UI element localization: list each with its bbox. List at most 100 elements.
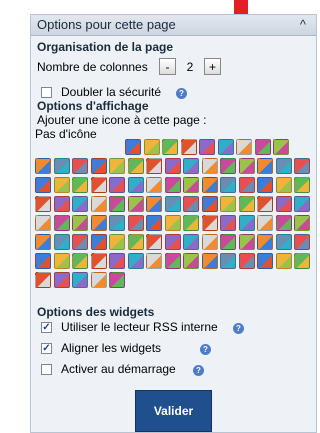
page-icon-option[interactable] [275,196,292,212]
page-icon-option[interactable] [109,196,125,212]
page-icon-option[interactable] [220,177,236,193]
page-icon-option[interactable] [180,139,197,155]
page-icon-option[interactable] [146,177,162,193]
page-icon-option[interactable] [294,234,310,250]
page-icon-option[interactable] [53,215,70,231]
double-security-checkbox[interactable] [41,87,52,98]
panel-header[interactable]: Options pour cette page ^ [31,15,316,36]
page-icon-option[interactable] [183,253,199,269]
page-icon-option[interactable] [183,215,199,231]
help-icon[interactable]: ? [193,365,204,376]
page-icon-option[interactable] [90,177,107,193]
page-icon-option[interactable] [294,253,310,269]
page-icon-option[interactable] [35,253,51,269]
submit-button[interactable]: Valider [135,390,212,432]
help-icon[interactable]: ? [200,344,211,355]
page-icon-option[interactable] [220,158,236,174]
page-icon-option[interactable] [164,177,181,193]
page-icon-option[interactable] [109,177,125,193]
page-icon-option[interactable] [35,272,51,288]
page-icon-option[interactable] [109,253,125,269]
page-icon-option[interactable] [201,253,218,269]
page-icon-option[interactable] [220,215,236,231]
page-icon-option[interactable] [90,234,107,250]
page-icon-option[interactable] [201,196,218,212]
page-icon-option[interactable] [183,196,199,212]
page-icon-option[interactable] [146,234,162,250]
page-icon-option[interactable] [35,196,51,212]
page-icon-option[interactable] [164,215,181,231]
page-icon-option[interactable] [90,272,107,288]
page-icon-option[interactable] [53,253,70,269]
page-icon-option[interactable] [143,139,160,155]
decrease-columns-button[interactable]: - [159,58,176,75]
page-icon-option[interactable] [109,234,125,250]
page-icon-option[interactable] [72,272,88,288]
page-icon-option[interactable] [275,234,292,250]
page-icon-option[interactable] [90,196,107,212]
page-icon-option[interactable] [35,234,51,250]
page-icon-option[interactable] [257,215,273,231]
page-icon-option[interactable] [238,158,255,174]
page-icon-option[interactable] [164,196,181,212]
page-icon-option[interactable] [183,158,199,174]
page-icon-option[interactable] [238,177,255,193]
page-icon-option[interactable] [127,234,144,250]
page-icon-option[interactable] [257,234,273,250]
page-icon-option[interactable] [35,215,51,231]
page-icon-option[interactable] [109,215,125,231]
page-icon-option[interactable] [127,196,144,212]
page-icon-option[interactable] [254,139,271,155]
page-icon-option[interactable] [35,177,51,193]
page-icon-option[interactable] [72,158,88,174]
rss-reader-checkbox[interactable]: ✓ [41,322,52,333]
page-icon-option[interactable] [127,253,144,269]
columns-value[interactable]: 2 [176,60,204,74]
page-icon-option[interactable] [146,196,162,212]
page-icon-option[interactable] [146,215,162,231]
page-icon-option[interactable] [275,253,292,269]
increase-columns-button[interactable]: + [204,58,221,75]
page-icon-option[interactable] [238,234,255,250]
page-icon-option[interactable] [294,158,310,174]
page-icon-option[interactable] [275,215,292,231]
no-icon-option[interactable]: Pas d'icône [35,127,97,141]
page-icon-option[interactable] [53,272,70,288]
page-icon-option[interactable] [294,177,310,193]
page-icon-option[interactable] [125,139,141,155]
page-icon-option[interactable] [220,253,236,269]
page-icon-option[interactable] [90,215,107,231]
page-icon-option[interactable] [220,196,236,212]
page-icon-option[interactable] [238,215,255,231]
page-icon-option[interactable] [164,253,181,269]
page-icon-option[interactable] [294,215,310,231]
page-icon-option[interactable] [72,196,88,212]
page-icon-option[interactable] [257,196,273,212]
page-icon-option[interactable] [146,158,162,174]
page-icon-option[interactable] [217,139,234,155]
page-icon-option[interactable] [35,158,51,174]
page-icon-option[interactable] [162,139,178,155]
align-widgets-checkbox[interactable]: ✓ [41,343,52,354]
page-icon-option[interactable] [220,234,236,250]
page-icon-option[interactable] [72,234,88,250]
page-icon-option[interactable] [257,158,273,174]
help-icon[interactable]: ? [233,323,244,334]
page-icon-option[interactable] [109,272,125,288]
page-icon-option[interactable] [127,177,144,193]
page-icon-option[interactable] [238,253,255,269]
page-icon-option[interactable] [72,177,88,193]
page-icon-option[interactable] [53,158,70,174]
page-icon-option[interactable] [146,253,162,269]
page-icon-option[interactable] [127,215,144,231]
page-icon-option[interactable] [183,177,199,193]
page-icon-option[interactable] [275,177,292,193]
help-icon[interactable]: ? [176,88,187,99]
page-icon-option[interactable] [238,196,255,212]
page-icon-option[interactable] [275,158,292,174]
page-icon-option[interactable] [201,234,218,250]
page-icon-option[interactable] [90,253,107,269]
page-icon-option[interactable] [183,234,199,250]
collapse-icon[interactable]: ^ [300,17,306,32]
page-icon-option[interactable] [164,158,181,174]
